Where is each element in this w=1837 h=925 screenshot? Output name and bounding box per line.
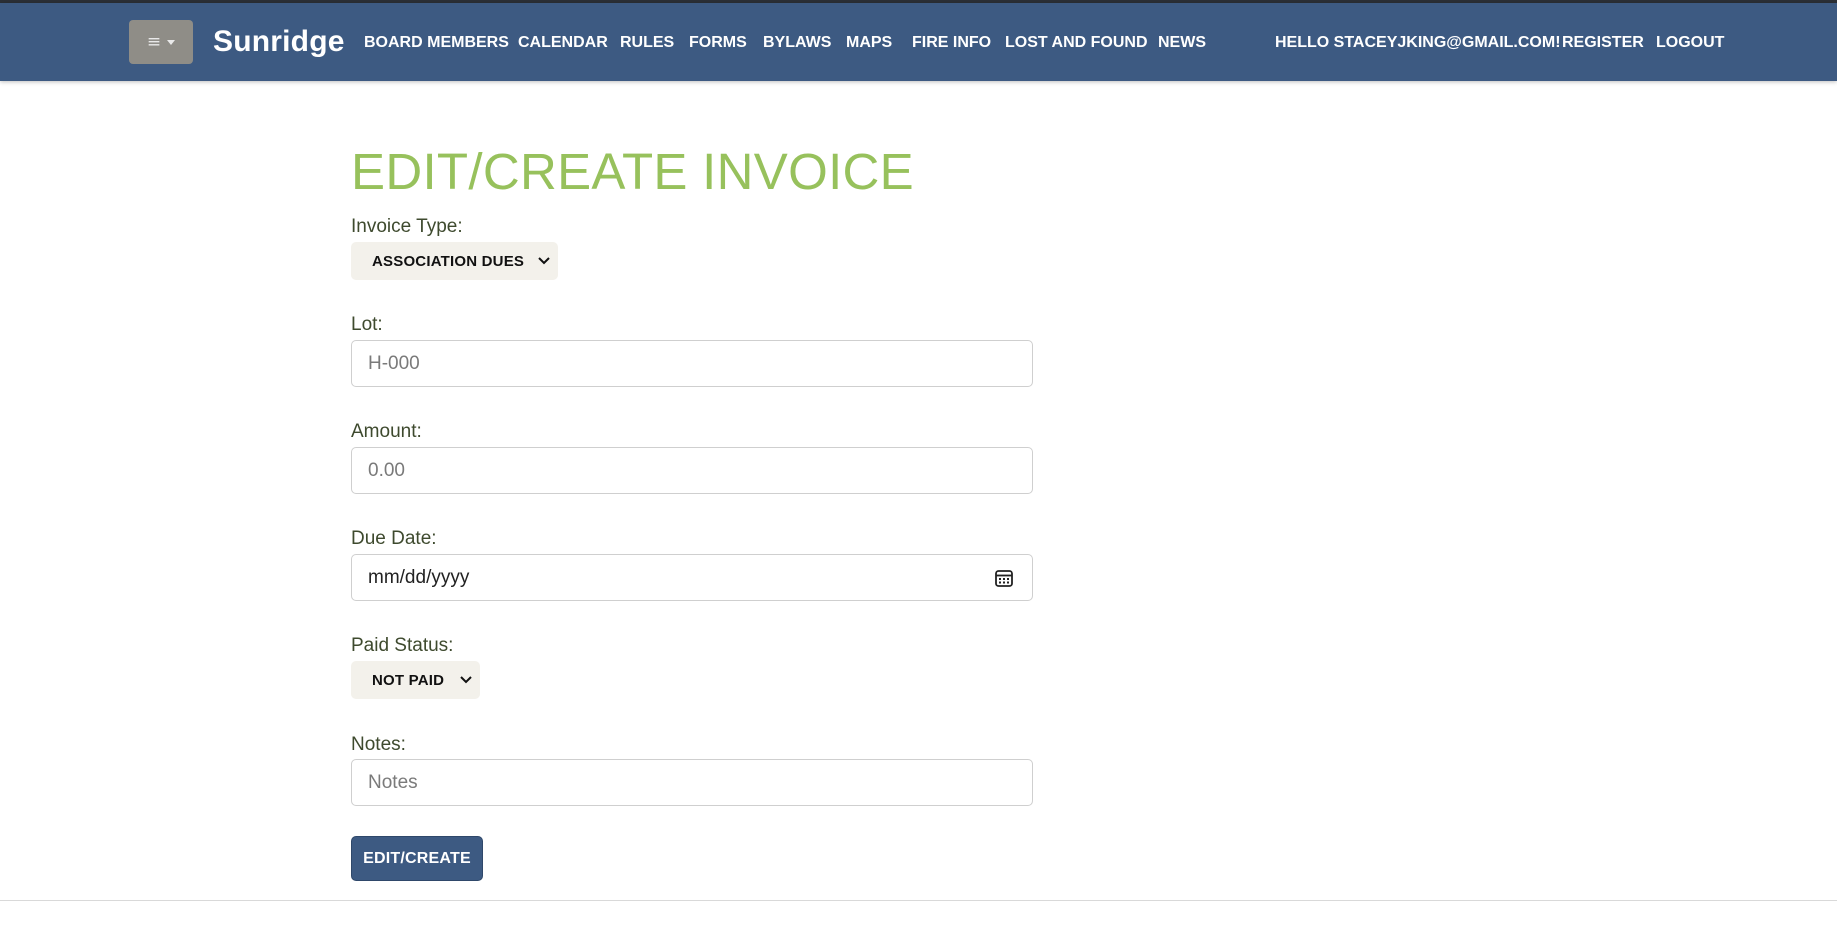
lot-field[interactable] (351, 340, 1033, 387)
due-date-placeholder: mm/dd/yyyy (368, 566, 470, 588)
nav-news[interactable]: NEWS (1158, 33, 1206, 53)
amount-field[interactable] (351, 447, 1033, 494)
paid-status-value: NOT PAID (372, 671, 445, 689)
nav-calendar[interactable]: CALENDAR (518, 33, 608, 53)
nav-logout[interactable]: LOGOUT (1656, 33, 1724, 53)
chevron-down-icon (538, 257, 550, 265)
nav-forms[interactable]: FORMS (689, 33, 747, 53)
nav-rules[interactable]: RULES (620, 33, 674, 53)
nav-register[interactable]: REGISTER (1562, 33, 1644, 53)
paid-status-select[interactable]: NOT PAID (351, 661, 480, 699)
hamburger-icon: ≡ (146, 31, 162, 52)
notes-input[interactable] (368, 760, 1032, 805)
lot-label: Lot: (351, 314, 383, 335)
due-date-field[interactable]: mm/dd/yyyy (351, 554, 1033, 601)
amount-input[interactable] (368, 448, 1032, 493)
nav-lost-and-found[interactable]: LOST AND FOUND (1005, 33, 1148, 53)
due-date-label: Due Date: (351, 528, 437, 549)
notes-label: Notes: (351, 734, 406, 755)
notes-field[interactable] (351, 759, 1033, 806)
navbar: ≡ Sunridge BOARD MEMBERS CALENDAR RULES … (0, 3, 1837, 81)
caret-down-icon (167, 40, 176, 45)
footer-divider (0, 900, 1837, 901)
invoice-type-value: ASSOCIATION DUES (372, 252, 525, 270)
user-greeting[interactable]: HELLO STACEYJKING@GMAIL.COM! (1275, 33, 1561, 53)
calendar-icon[interactable] (994, 568, 1014, 588)
invoice-type-select[interactable]: ASSOCIATION DUES (351, 242, 558, 280)
invoice-type-label: Invoice Type: (351, 216, 463, 237)
amount-label: Amount: (351, 421, 422, 442)
page-title: EDIT/CREATE INVOICE (351, 143, 914, 200)
brand-logo[interactable]: Sunridge (213, 25, 345, 59)
paid-status-label: Paid Status: (351, 635, 454, 656)
nav-fire-info[interactable]: FIRE INFO (912, 33, 991, 53)
chevron-down-icon (460, 676, 472, 684)
nav-board-members[interactable]: BOARD MEMBERS (364, 33, 509, 53)
menu-toggle-button[interactable]: ≡ (129, 20, 193, 64)
lot-input[interactable] (368, 341, 1032, 386)
nav-bylaws[interactable]: BYLAWS (763, 33, 831, 53)
nav-maps[interactable]: MAPS (846, 33, 892, 53)
edit-create-button[interactable]: EDIT/CREATE (351, 836, 483, 881)
